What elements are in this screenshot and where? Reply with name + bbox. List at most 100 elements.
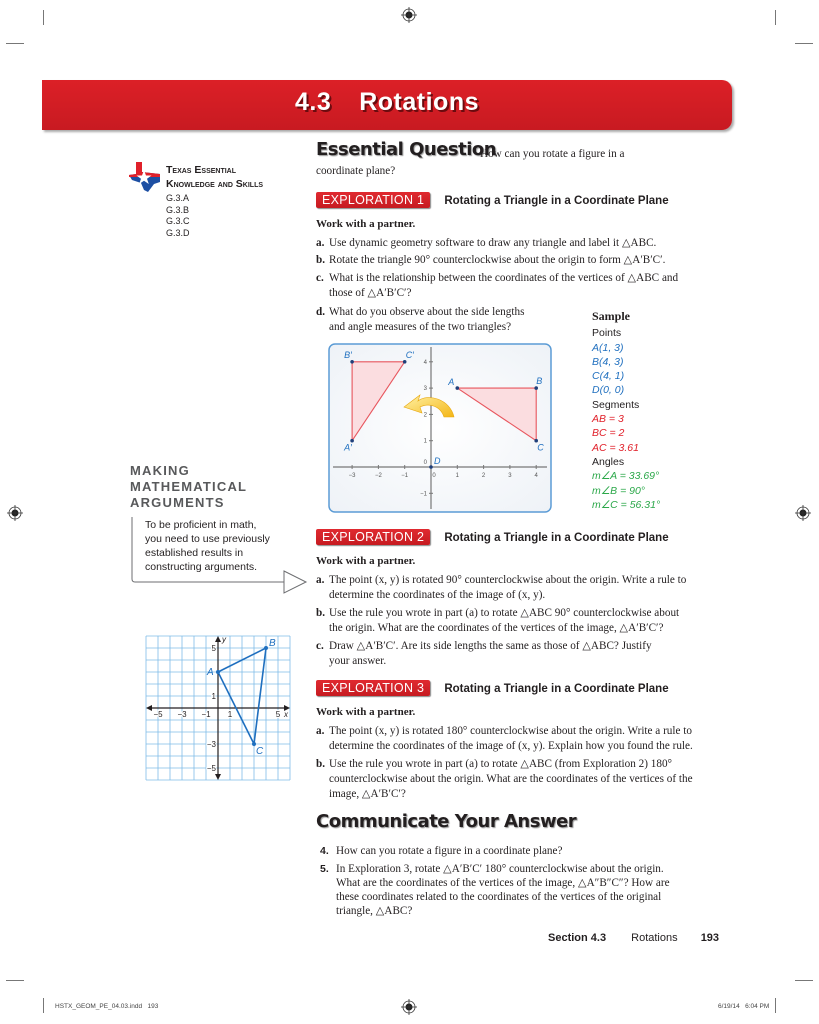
item-text: and angle measures of the two triangles?: [329, 321, 512, 333]
sample-angles-label: Angles: [592, 455, 625, 468]
vertex-point: [534, 386, 538, 390]
essential-question-heading: Essential Question: [316, 139, 497, 160]
sample-angle: m∠B = 90°: [592, 484, 646, 497]
exploration-badge: EXPLORATION 3: [316, 680, 431, 696]
x-tick-label: −3: [349, 473, 357, 479]
exploration-badge: EXPLORATION 1: [316, 192, 431, 208]
x-tick-label: −1: [401, 473, 409, 479]
item-text: The point (x, y) is rotated 90° counterc…: [329, 574, 687, 586]
footer-section: Section 4.3: [548, 932, 607, 944]
x-tick-label: −5: [153, 710, 163, 719]
section-title: Rotations: [359, 88, 480, 116]
item-label: d.: [316, 306, 326, 318]
y-tick-label: −1: [420, 491, 428, 497]
work-with-partner: Work with a partner.: [316, 706, 416, 718]
exploration-3-header: EXPLORATION 3 Rotating a Triangle in a C…: [316, 679, 669, 697]
x-tick-label: −1: [201, 710, 211, 719]
registration-mark-icon: [7, 505, 23, 521]
x-axis-label: x: [283, 710, 289, 719]
page-footer: Section 4.3 Rotations 193: [548, 932, 719, 944]
page-title: 4.3 Rotations: [42, 88, 732, 117]
x-tick-label: −3: [177, 710, 187, 719]
exploration-1-header: EXPLORATION 1 Rotating a Triangle in a C…: [316, 191, 669, 209]
item-text: these coordinates related to the coordin…: [336, 891, 662, 903]
item-label: b.: [316, 758, 326, 770]
vertex-point: [264, 646, 268, 650]
vertex-label: C: [537, 443, 544, 453]
exploration-2-header: EXPLORATION 2 Rotating a Triangle in a C…: [316, 528, 669, 546]
exploration-title: Rotating a Triangle in a Coordinate Plan…: [444, 195, 669, 207]
crop-mark: [795, 43, 813, 44]
sample-angle: m∠A = 33.69°: [592, 470, 660, 483]
teks-code: G.3.C: [166, 216, 190, 226]
teks-code: G.3.B: [166, 204, 190, 215]
work-with-partner: Work with a partner.: [316, 218, 416, 230]
item-text: image, △A′B′C′?: [329, 788, 406, 800]
item-text: The point (x, y) is rotated 180° counter…: [329, 725, 692, 737]
item-label: c.: [316, 272, 324, 284]
item-label: a.: [316, 237, 325, 249]
item-label: a.: [316, 574, 325, 586]
title-line: MAKING: [130, 463, 190, 478]
sample-segment: AB = 3: [592, 413, 624, 426]
vertex-label: A: [447, 377, 454, 387]
item-label: a.: [316, 725, 325, 737]
origin-point: [429, 465, 433, 469]
sample-segment: AC = 3.61: [592, 441, 639, 454]
slug-timestamp: 6/19/14 6:04 PM: [718, 1003, 770, 1010]
crop-mark: [775, 10, 776, 25]
text-line: you need to use previously: [145, 533, 270, 545]
x-tick-label: −2: [375, 473, 383, 479]
sample-panel: Sample Points A(1, 3) B(4, 3) C(4, 1) D(…: [592, 309, 660, 512]
item-text: counterclockwise about the origin. What …: [329, 773, 693, 785]
item-text: What are the coordinates of the vertices…: [336, 877, 670, 889]
essential-question-text: How can you rotate a figure in a: [480, 148, 625, 160]
item-text: How can you rotate a figure in a coordin…: [336, 845, 563, 857]
title-line: MATHEMATICAL: [130, 479, 248, 494]
slug-file: HSTX_GEOM_PE_04.03.indd 193: [55, 1003, 159, 1010]
sample-point: B(4, 3): [592, 355, 624, 368]
sample-point: A(1, 3): [592, 341, 624, 354]
teks-title-line: Knowledge and Skills: [166, 178, 264, 190]
sample-angle: m∠C = 56.31°: [592, 498, 661, 511]
vertex-point: [350, 360, 354, 364]
registration-mark-icon: [401, 999, 417, 1015]
crop-mark: [43, 998, 44, 1013]
crop-mark: [43, 10, 44, 25]
y-tick-label: 1: [212, 692, 217, 701]
x-tick-label: 5: [276, 710, 281, 719]
communicate-heading: Communicate Your Answer: [316, 811, 577, 832]
item-text: What do you observe about the side lengt…: [329, 306, 525, 318]
crop-mark: [6, 980, 24, 981]
vertex-label: A: [206, 667, 214, 678]
item-text: Use the rule you wrote in part (a) to ro…: [329, 758, 673, 770]
making-arguments-text: To be proficient in math, you need to us…: [145, 518, 270, 574]
y-axis-arrow-down-icon: [215, 774, 221, 780]
teks-code: G.3.A: [166, 193, 190, 203]
crop-mark: [6, 43, 24, 44]
text-line: constructing arguments.: [145, 561, 258, 573]
item-label: b.: [316, 607, 326, 619]
exploration-title: Rotating a Triangle in a Coordinate Plan…: [444, 532, 669, 544]
page-number: 193: [700, 932, 720, 944]
crop-mark: [795, 980, 813, 981]
exploration-badge: EXPLORATION 2: [316, 529, 431, 545]
y-tick-label: −3: [207, 740, 217, 749]
x-tick-label: 1: [228, 710, 233, 719]
origin-label: D: [434, 456, 441, 466]
teks-code: G.3.D: [166, 227, 190, 238]
vertex-label: B: [269, 638, 276, 649]
item-label: 4.: [320, 845, 329, 857]
section-number: 4.3: [294, 88, 332, 116]
item-text: those of △A′B′C′?: [329, 287, 412, 299]
crop-mark: [775, 998, 776, 1013]
exploration-title: Rotating a Triangle in a Coordinate Plan…: [444, 683, 669, 695]
sample-segment: BC = 2: [592, 427, 625, 440]
item-text: determine the coordinates of the image o…: [329, 740, 693, 752]
item-text: Use the rule you wrote in part (a) to ro…: [329, 607, 680, 619]
footer-topic: Rotations: [631, 932, 678, 944]
y-tick-label: −5: [207, 764, 217, 773]
y-tick-label: 5: [212, 644, 217, 653]
teks-title-line: Texas Essential: [166, 164, 237, 176]
sample-point: C(4, 1): [592, 370, 625, 383]
